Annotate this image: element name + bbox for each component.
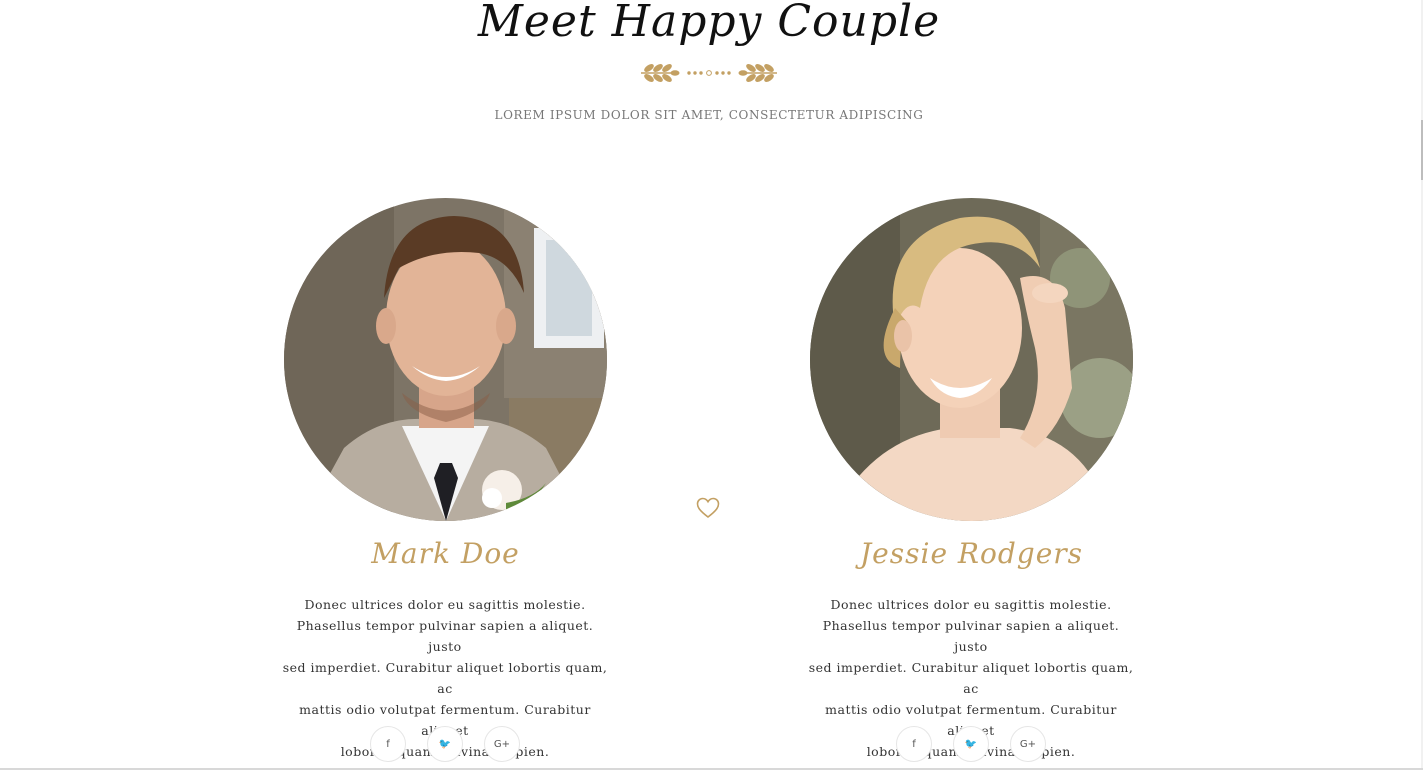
- groom-google-plus-button[interactable]: G+: [484, 726, 520, 762]
- groom-name: Mark Doe: [371, 537, 520, 570]
- bride-photo: [810, 198, 1133, 521]
- bride-bio-line: sed imperdiet. Curabitur aliquet loborti…: [808, 660, 1134, 696]
- groom-facebook-button[interactable]: f: [370, 726, 406, 762]
- google-plus-icon: G+: [1019, 738, 1037, 750]
- bride-name: Jessie Rodgers: [859, 537, 1084, 570]
- groom-social-links: f 🐦 G+: [370, 726, 520, 762]
- heart-icon: [696, 497, 720, 519]
- facebook-icon: f: [912, 738, 916, 750]
- bride-social-links: f 🐦 G+: [896, 726, 1046, 762]
- groom-bio-line: Phasellus tempor pulvinar sapien a aliqu…: [296, 618, 594, 654]
- section-subtitle: LOREM IPSUM DOLOR SIT AMET, CONSECTETUR …: [494, 108, 924, 122]
- facebook-icon: f: [386, 738, 390, 750]
- bride-twitter-button[interactable]: 🐦: [953, 726, 989, 762]
- meet-couple-section: Meet Happy Couple LOREM IPSUM DOLOR SIT …: [0, 0, 1423, 770]
- bride-bio-line: Donec ultrices dolor eu sagittis molesti…: [830, 597, 1112, 612]
- groom-photo: [284, 198, 607, 521]
- laurel-divider-icon: [641, 64, 777, 82]
- google-plus-icon: G+: [493, 738, 511, 750]
- twitter-icon: 🐦: [964, 738, 978, 750]
- groom-bio-line: sed imperdiet. Curabitur aliquet loborti…: [282, 660, 608, 696]
- bride-bio-line: Phasellus tempor pulvinar sapien a aliqu…: [822, 618, 1120, 654]
- groom-twitter-button[interactable]: 🐦: [427, 726, 463, 762]
- bride-facebook-button[interactable]: f: [896, 726, 932, 762]
- twitter-icon: 🐦: [438, 738, 452, 750]
- groom-bio-line: Donec ultrices dolor eu sagittis molesti…: [304, 597, 586, 612]
- bride-google-plus-button[interactable]: G+: [1010, 726, 1046, 762]
- section-title: Meet Happy Couple: [477, 0, 941, 47]
